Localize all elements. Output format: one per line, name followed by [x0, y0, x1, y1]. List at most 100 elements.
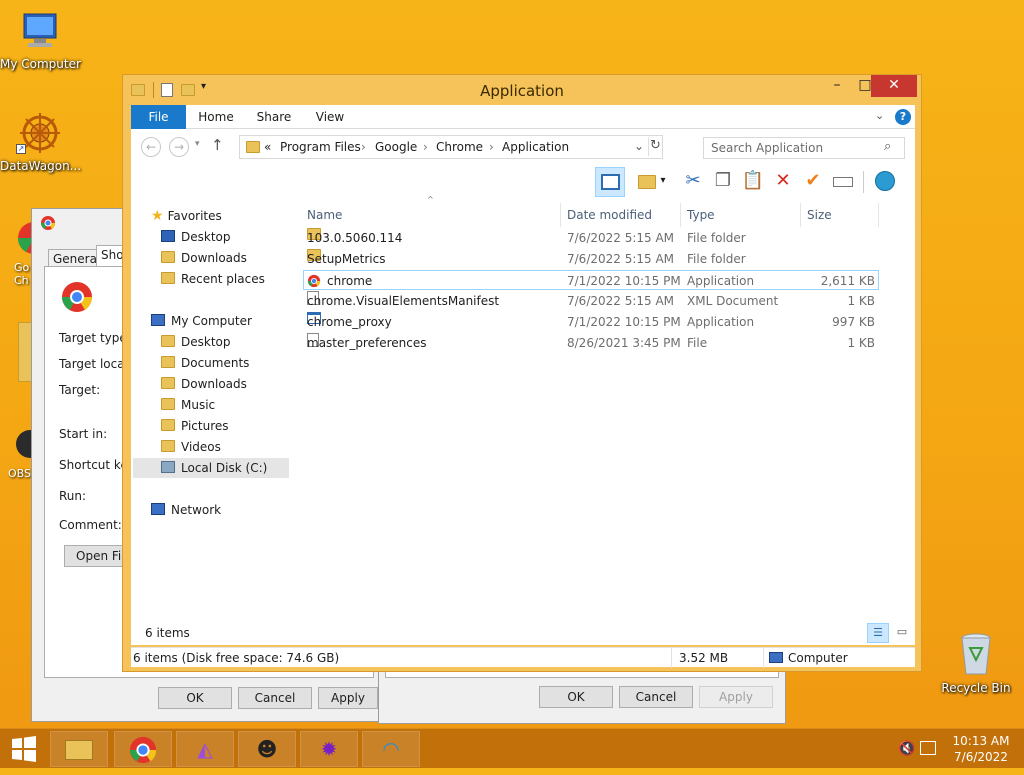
file-name-text: SetupMetrics [307, 252, 386, 266]
taskbar-app-3[interactable]: ◭ [176, 731, 234, 767]
breadcrumb-program-files[interactable]: Program Files [280, 140, 361, 154]
navigation-pane: ★ Favorites Desktop Downloads Recent plac… [131, 199, 295, 619]
breadcrumb-google[interactable]: Google [375, 140, 417, 154]
breadcrumb-overflow[interactable]: « [264, 140, 271, 154]
file-date: 7/6/2022 5:15 AM [567, 294, 675, 308]
breadcrumb-application[interactable]: Application [502, 140, 569, 154]
cancel-button[interactable]: Cancel [238, 687, 312, 709]
copy-icon[interactable]: ❐ [711, 169, 735, 193]
column-size[interactable]: Size [803, 203, 879, 227]
nav-desktop[interactable]: Desktop [161, 332, 231, 352]
nav-downloads[interactable]: Downloads [161, 374, 247, 394]
table-row[interactable]: master_preferences 8/26/2021 3:45 PM Fil… [303, 333, 879, 353]
large-icons-view-button[interactable]: ▭ [891, 623, 913, 643]
preview-pane-icon[interactable] [595, 167, 625, 197]
network-tray-icon[interactable] [920, 741, 936, 755]
table-row[interactable]: 103.0.5060.114 7/6/2022 5:15 AM File fol… [303, 228, 879, 248]
downloads-folder-icon [161, 377, 175, 389]
recent-locations-icon[interactable]: ▾ [195, 139, 200, 149]
column-date-modified[interactable]: Date modified [563, 203, 681, 227]
nav-label: Recent places [181, 272, 265, 286]
table-row[interactable]: chrome.VisualElementsManifest 7/6/2022 5… [303, 291, 879, 311]
desktop-icon-folder-partial[interactable] [18, 322, 32, 382]
back-button[interactable]: ← [141, 137, 161, 157]
taskbar-app-5[interactable]: ✹ [300, 731, 358, 767]
search-box[interactable]: Search Application ⌕ [703, 137, 905, 159]
nav-fav-downloads[interactable]: Downloads [161, 248, 247, 268]
tab-home[interactable]: Home [191, 105, 241, 129]
desktop-icon-my-computer[interactable]: My Computer [0, 10, 81, 71]
nav-videos[interactable]: Videos [161, 437, 221, 457]
file-date: 7/6/2022 5:15 AM [567, 252, 675, 266]
desktop-icon-recycle-bin[interactable]: Recycle Bin [936, 630, 1016, 695]
file-name-text: chrome [327, 274, 373, 288]
apply-button[interactable]: Apply [318, 687, 378, 709]
nav-label: Downloads [181, 377, 247, 391]
taskbar-file-explorer[interactable] [50, 731, 108, 767]
start-button[interactable] [0, 729, 48, 769]
table-row[interactable]: chrome_proxy 7/1/2022 10:15 PM Applicati… [303, 312, 879, 332]
forward-button[interactable]: → [169, 137, 189, 157]
column-type[interactable]: Type [683, 203, 801, 227]
properties-icon[interactable] [635, 169, 659, 193]
tab-file[interactable]: File [131, 105, 186, 129]
nav-label: Desktop [181, 230, 231, 244]
recycle-bin-icon [961, 633, 991, 675]
nav-fav-desktop[interactable]: Desktop [161, 227, 231, 247]
desktop-icon-datawagon[interactable]: ↗ DataWagon... [0, 110, 81, 173]
up-button[interactable]: ↑ [211, 136, 224, 154]
breadcrumb-chrome[interactable]: Chrome [436, 140, 483, 154]
ok-button[interactable]: OK [539, 686, 613, 708]
separator [863, 171, 864, 193]
address-bar[interactable]: « Program Files › Google › Chrome › Appl… [239, 135, 663, 159]
file-list: ^ Name Date modified Type Size 103.0.506… [303, 195, 915, 619]
delete-icon[interactable]: ✕ [771, 169, 795, 193]
search-icon[interactable]: ⌕ [884, 139, 891, 154]
status-divider [671, 648, 672, 668]
checkmark-icon[interactable]: ✔ [801, 169, 825, 193]
globe-icon[interactable] [873, 169, 897, 193]
details-view-button[interactable]: ☰ [867, 623, 889, 643]
help-icon[interactable]: ? [895, 109, 911, 125]
rename-icon[interactable] [831, 169, 855, 193]
nav-fav-recent[interactable]: Recent places [161, 269, 265, 289]
nav-music[interactable]: Music [161, 395, 215, 415]
nav-label: My Computer [171, 314, 252, 328]
apply-button[interactable]: Apply [699, 686, 773, 708]
computer-icon [23, 13, 57, 47]
nav-documents[interactable]: Documents [161, 353, 249, 373]
nav-favorites[interactable]: ★ Favorites [151, 206, 222, 226]
search-input[interactable]: Search Application [711, 141, 823, 155]
cut-icon[interactable]: ✂ [681, 169, 705, 193]
taskbar-app-4[interactable]: ☻ [238, 731, 296, 767]
nav-network[interactable]: Network [151, 500, 221, 520]
nav-my-computer[interactable]: My Computer [151, 311, 252, 331]
nav-pictures[interactable]: Pictures [161, 416, 229, 436]
chevron-down-icon[interactable]: ⌄ [634, 139, 644, 153]
paste-icon[interactable]: 📋 [741, 169, 765, 193]
cancel-button[interactable]: Cancel [619, 686, 693, 708]
windows-logo-icon [12, 736, 36, 762]
clock-date[interactable]: 7/6/2022 [946, 750, 1016, 764]
table-row[interactable]: SetupMetrics 7/6/2022 5:15 AM File folde… [303, 249, 879, 269]
clock-time[interactable]: 10:13 AM [946, 734, 1016, 748]
row-start-in: Start in: [59, 427, 108, 441]
chevron-down-icon[interactable]: ▾ [657, 169, 669, 193]
tab-share[interactable]: Share [249, 105, 299, 129]
taskbar-app-6[interactable]: ◠ [362, 731, 420, 767]
chevron-down-icon[interactable]: ⌄ [875, 109, 884, 122]
nav-local-disk[interactable]: Local Disk (C:) [133, 458, 289, 478]
close-button[interactable]: ✕ [871, 75, 917, 97]
title-bar[interactable]: ▾ Application – □ ✕ [123, 75, 921, 105]
ok-button[interactable]: OK [158, 687, 232, 709]
file-type: Application [687, 274, 755, 288]
row-run: Run: [59, 489, 87, 503]
tab-view[interactable]: View [305, 105, 355, 129]
table-row-selected[interactable]: chrome 7/1/2022 10:15 PM Application 2,6… [303, 270, 879, 290]
refresh-icon[interactable]: ↻ [648, 138, 662, 156]
volume-muted-icon[interactable]: 🔇 [898, 741, 915, 757]
column-name[interactable]: Name [303, 203, 561, 227]
desktop-icon-label: My Computer [0, 57, 81, 71]
minimize-button[interactable]: – [823, 75, 851, 97]
taskbar-chrome[interactable] [114, 731, 172, 767]
